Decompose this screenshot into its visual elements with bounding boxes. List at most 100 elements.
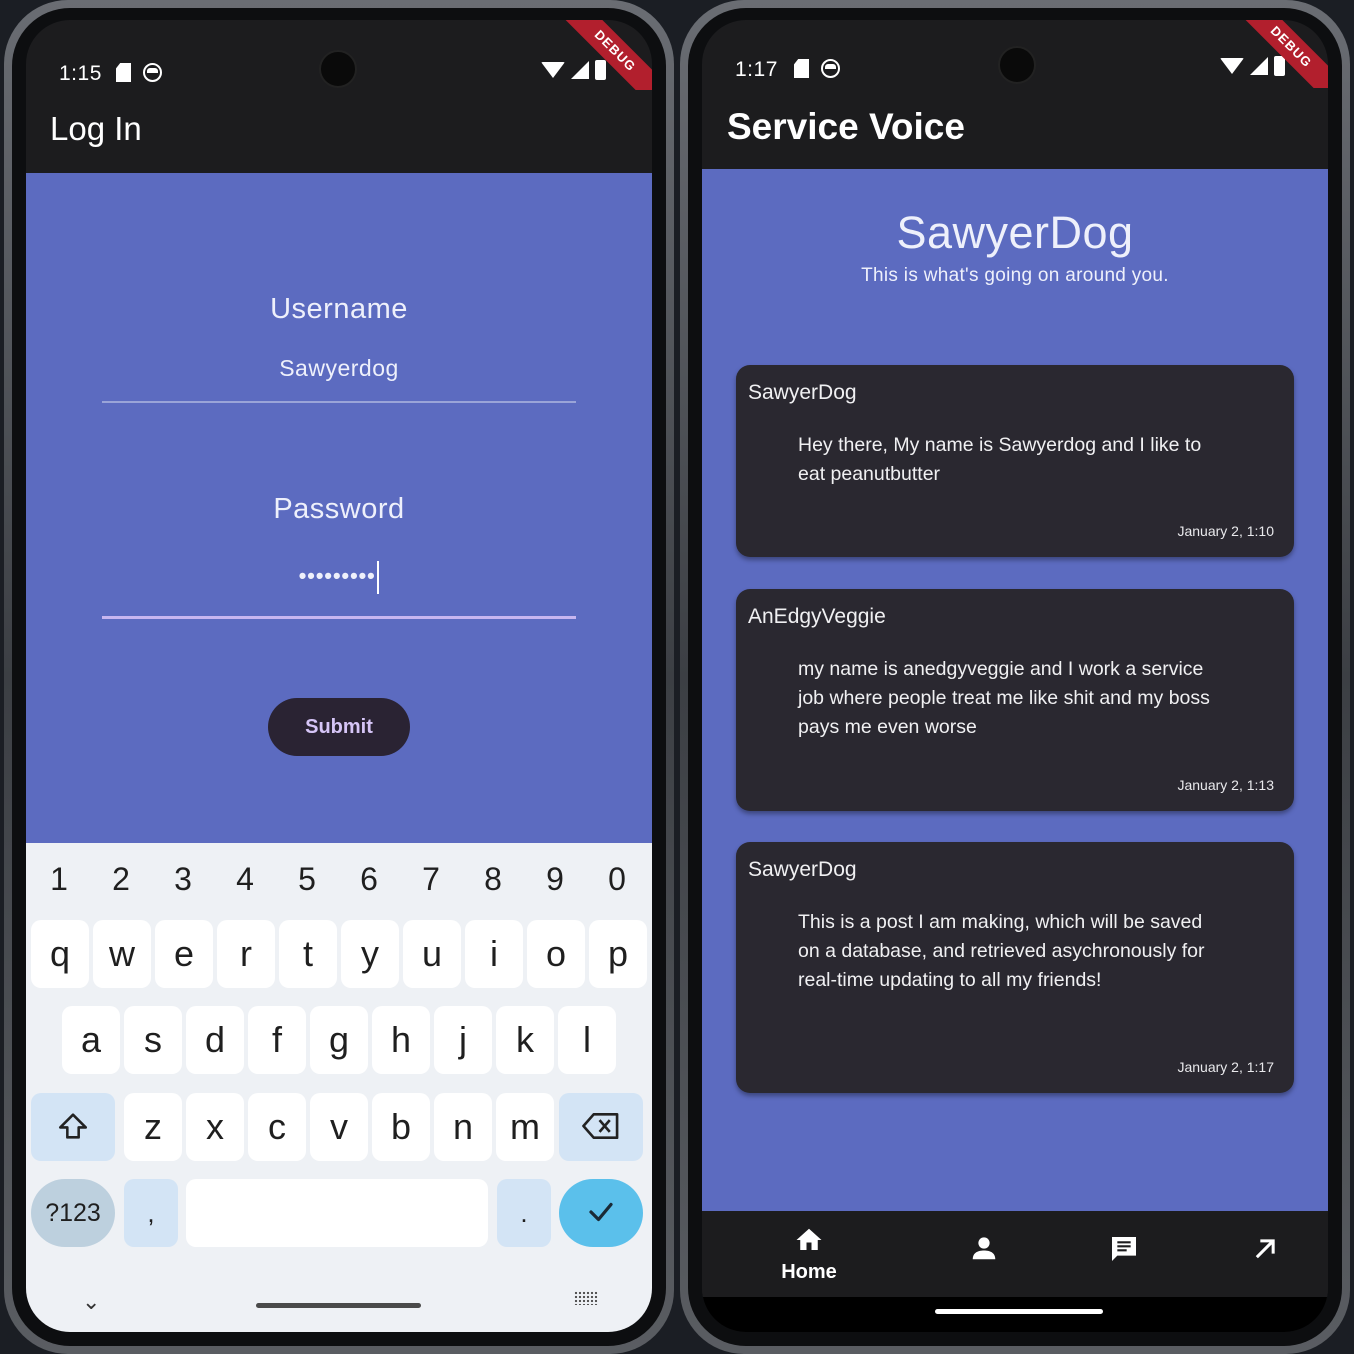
- symbols-key[interactable]: ?123: [31, 1179, 115, 1247]
- keyboard-icon[interactable]: [574, 1291, 598, 1305]
- key-4[interactable]: 4: [225, 861, 265, 898]
- login-form: Username Sawyerdog Password ••••••••• Su…: [26, 173, 652, 843]
- feed-screen: 1:17 DEBUG Service Voice SawyerDog This …: [702, 20, 1328, 1332]
- face-icon: [143, 63, 162, 82]
- submit-button[interactable]: Submit: [268, 698, 410, 756]
- key-b[interactable]: b: [372, 1093, 430, 1161]
- post-card[interactable]: SawyerDog Hey there, My name is Sawyerdo…: [736, 365, 1294, 557]
- password-value: •••••••••: [298, 562, 376, 589]
- key-r[interactable]: r: [217, 920, 275, 988]
- nav-profile[interactable]: [914, 1211, 1054, 1297]
- key-9[interactable]: 9: [535, 861, 575, 898]
- enter-key[interactable]: [559, 1179, 643, 1247]
- backspace-key[interactable]: [559, 1093, 643, 1161]
- comma-key[interactable]: ,: [124, 1179, 178, 1247]
- username-field[interactable]: Sawyerdog: [26, 355, 652, 382]
- signal-icon: [571, 61, 589, 79]
- post-date: January 2, 1:17: [1177, 1059, 1274, 1075]
- face-icon: [821, 59, 840, 78]
- key-p[interactable]: p: [589, 920, 647, 988]
- camera-cutout: [998, 46, 1036, 84]
- sd-card-icon: [794, 59, 809, 78]
- signal-icon: [1250, 57, 1268, 75]
- post-date: January 2, 1:13: [1177, 777, 1274, 793]
- feed-content: SawyerDog This is what's going on around…: [702, 169, 1328, 1211]
- status-time: 1:17: [735, 58, 778, 81]
- backspace-icon: [582, 1113, 619, 1140]
- key-x[interactable]: x: [186, 1093, 244, 1161]
- system-gesture-bar: [702, 1297, 1328, 1332]
- key-5[interactable]: 5: [287, 861, 327, 898]
- post-text: my name is anedgyveggie and I work a ser…: [798, 658, 1210, 738]
- key-w[interactable]: w: [93, 920, 151, 988]
- post-author: SawyerDog: [748, 381, 857, 404]
- post-card[interactable]: AnEdgyVeggie my name is anedgyveggie and…: [736, 589, 1294, 811]
- camera-cutout: [319, 50, 357, 88]
- key-o[interactable]: o: [527, 920, 585, 988]
- post-author: AnEdgyVeggie: [748, 605, 886, 628]
- feed-username: SawyerDog: [896, 207, 1134, 258]
- key-h[interactable]: h: [372, 1006, 430, 1074]
- key-f[interactable]: f: [248, 1006, 306, 1074]
- key-7[interactable]: 7: [411, 861, 451, 898]
- check-icon: [589, 1203, 613, 1222]
- key-u[interactable]: u: [403, 920, 461, 988]
- key-y[interactable]: y: [341, 920, 399, 988]
- key-8[interactable]: 8: [473, 861, 513, 898]
- key-1[interactable]: 1: [39, 861, 79, 898]
- key-0[interactable]: 0: [597, 861, 637, 898]
- post-date: January 2, 1:10: [1177, 523, 1274, 539]
- nav-home[interactable]: Home: [739, 1211, 879, 1297]
- battery-icon: [1274, 56, 1285, 76]
- key-m[interactable]: m: [496, 1093, 554, 1161]
- app-bar: Log In: [26, 90, 652, 170]
- key-k[interactable]: k: [496, 1006, 554, 1074]
- status-bar: 1:15 DEBUG: [26, 20, 652, 114]
- key-a[interactable]: a: [62, 1006, 120, 1074]
- key-i[interactable]: i: [465, 920, 523, 988]
- key-2[interactable]: 2: [101, 861, 141, 898]
- shift-icon: [58, 1113, 88, 1140]
- status-bar: 1:17 DEBUG: [702, 20, 1328, 110]
- key-3[interactable]: 3: [163, 861, 203, 898]
- key-j[interactable]: j: [434, 1006, 492, 1074]
- key-c[interactable]: c: [248, 1093, 306, 1161]
- keyboard: 1 2 3 4 5 6 7 8 9 0 q w e r t y u i o p …: [26, 843, 652, 1332]
- login-screen: 1:15 DEBUG Log In Username Sawyerdog Pas…: [26, 20, 652, 1332]
- post-card[interactable]: SawyerDog This is a post I am making, wh…: [736, 842, 1294, 1093]
- page-title: Service Voice: [727, 106, 965, 147]
- status-time: 1:15: [59, 62, 102, 85]
- app-bar: Service Voice: [702, 88, 1328, 168]
- phone-frame-right: 1:17 DEBUG Service Voice SawyerDog This …: [680, 0, 1350, 1354]
- key-s[interactable]: s: [124, 1006, 182, 1074]
- feed-subtitle: This is what's going on around you.: [861, 265, 1169, 286]
- key-z[interactable]: z: [124, 1093, 182, 1161]
- nav-messages[interactable]: [1054, 1211, 1194, 1297]
- post-text: Hey there, My name is Sawyerdog and I li…: [798, 434, 1202, 485]
- key-l[interactable]: l: [558, 1006, 616, 1074]
- key-e[interactable]: e: [155, 920, 213, 988]
- post-author: SawyerDog: [748, 858, 857, 881]
- chevron-down-icon[interactable]: ⌄: [82, 1289, 100, 1315]
- period-key[interactable]: .: [497, 1179, 551, 1247]
- gesture-handle: [256, 1303, 421, 1308]
- username-underline: [102, 401, 576, 403]
- message-icon: [1112, 1237, 1136, 1261]
- page-title: Log In: [50, 110, 142, 147]
- key-q[interactable]: q: [31, 920, 89, 988]
- nav-share[interactable]: [1195, 1211, 1328, 1297]
- key-v[interactable]: v: [310, 1093, 368, 1161]
- space-key[interactable]: [186, 1179, 488, 1247]
- shift-key[interactable]: [31, 1093, 115, 1161]
- key-n[interactable]: n: [434, 1093, 492, 1161]
- battery-icon: [595, 60, 606, 80]
- phone-frame-left: 1:15 DEBUG Log In Username Sawyerdog Pas…: [4, 0, 674, 1354]
- bottom-nav: Home: [702, 1211, 1328, 1297]
- key-g[interactable]: g: [310, 1006, 368, 1074]
- wifi-icon: [541, 62, 565, 78]
- key-6[interactable]: 6: [349, 861, 389, 898]
- text-cursor: [377, 561, 380, 594]
- key-t[interactable]: t: [279, 920, 337, 988]
- password-field[interactable]: •••••••••: [26, 561, 652, 594]
- key-d[interactable]: d: [186, 1006, 244, 1074]
